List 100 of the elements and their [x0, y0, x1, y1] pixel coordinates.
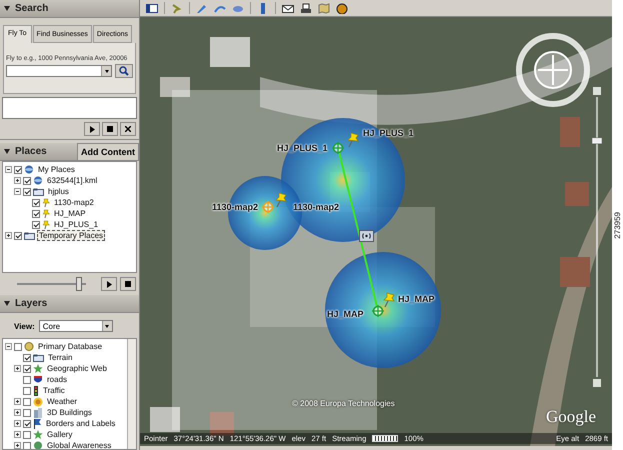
building-roof	[210, 412, 234, 436]
checkbox[interactable]	[14, 166, 22, 174]
checkbox[interactable]	[23, 364, 31, 372]
sun-icon	[33, 396, 43, 406]
star-icon	[33, 430, 43, 439]
close-icon	[125, 126, 131, 132]
expand-toggle[interactable]	[14, 398, 21, 405]
marker-label: 1130-map2	[293, 202, 340, 212]
expand-toggle[interactable]	[14, 420, 21, 427]
checkbox[interactable]	[32, 210, 40, 218]
stop-button[interactable]	[120, 277, 136, 291]
flag-icon	[33, 418, 42, 428]
tree-item-label[interactable]: Global Awareness	[45, 440, 114, 449]
building-roof	[560, 257, 590, 287]
tree-item-label[interactable]: 1130-map2	[52, 197, 96, 208]
expand-toggle[interactable]	[5, 232, 12, 239]
checkbox[interactable]	[23, 442, 31, 449]
checkbox[interactable]	[23, 376, 31, 384]
search-field[interactable]	[6, 65, 112, 77]
checkbox[interactable]	[23, 408, 31, 416]
checkbox[interactable]	[23, 430, 31, 438]
tree-item-label[interactable]: Traffic	[41, 385, 67, 396]
checkbox[interactable]	[23, 420, 31, 428]
checkbox[interactable]	[23, 354, 31, 362]
target-marker-icon[interactable]	[262, 201, 274, 213]
logo: Google	[546, 407, 596, 427]
road-shield-icon	[33, 375, 43, 384]
add-content-button[interactable]: Add Content	[77, 142, 139, 160]
tree-item-label[interactable]: Gallery	[45, 429, 74, 440]
tree-item-label[interactable]: Geographic Web	[45, 363, 109, 374]
tree-item-label[interactable]: 3D Buildings	[45, 407, 94, 418]
checkbox[interactable]	[14, 342, 22, 350]
panel-title: Search	[0, 3, 48, 14]
panel-title: Places	[0, 146, 47, 157]
expand-toggle[interactable]	[14, 365, 21, 372]
building-icon	[33, 408, 43, 418]
marker-label: HJ_PLUS_1	[277, 143, 328, 153]
checkbox[interactable]	[23, 386, 31, 394]
view-select[interactable]: Core	[38, 320, 113, 332]
checkbox[interactable]	[32, 220, 40, 228]
zoom-slider[interactable]	[592, 87, 602, 387]
tree-item-label[interactable]: 632544[1].kml	[45, 175, 100, 186]
print-icon[interactable]	[300, 2, 312, 14]
tree-item-label[interactable]: Terrain	[46, 352, 74, 363]
tree-item-label[interactable]: Weather	[45, 396, 80, 407]
collapse-toggle[interactable]	[14, 188, 21, 195]
folder-icon	[24, 232, 35, 240]
target-marker-icon[interactable]	[332, 142, 344, 154]
panel-header[interactable]: Search	[0, 0, 139, 18]
expand-toggle[interactable]	[14, 442, 21, 449]
tree-item-label[interactable]: Primary Database	[36, 341, 104, 352]
pushpin-icon[interactable]	[346, 132, 360, 148]
globe-layers-icon	[24, 342, 34, 351]
tree-item-label[interactable]: Borders and Labels	[44, 418, 118, 429]
pushpin-icon[interactable]	[382, 292, 396, 308]
expand-toggle[interactable]	[14, 409, 21, 416]
checkbox[interactable]	[23, 188, 31, 196]
panel-header[interactable]: Places Add Content	[0, 143, 139, 161]
expand-toggle[interactable]	[14, 177, 21, 184]
play-button[interactable]	[101, 277, 117, 291]
marker-label: HJ_MAP	[398, 294, 435, 304]
scrollbar[interactable]	[127, 339, 136, 449]
polygon-add-icon[interactable]	[196, 2, 208, 14]
collapse-toggle[interactable]	[5, 166, 12, 173]
play-icon	[106, 280, 112, 288]
expand-toggle[interactable]	[14, 431, 21, 438]
stop-icon	[125, 281, 131, 287]
checkbox[interactable]	[14, 232, 22, 240]
tree-item-label[interactable]: roads	[45, 374, 70, 385]
panel-title: Layers	[0, 298, 48, 309]
sidebar-toggle-icon[interactable]	[146, 2, 158, 14]
traffic-light-icon	[33, 386, 39, 396]
checkbox[interactable]	[23, 176, 31, 184]
stop-button[interactable]	[102, 122, 118, 136]
pushpin-icon[interactable]	[274, 192, 288, 208]
building-roof	[565, 182, 589, 206]
target-marker-icon[interactable]	[372, 305, 384, 317]
globe-icon	[24, 165, 34, 174]
tree-item-label[interactable]: HJ_MAP	[52, 208, 88, 219]
figure-number: 273959	[613, 212, 622, 238]
tree-item-label[interactable]: hjplus	[46, 186, 71, 197]
tree-item-label[interactable]: My Places	[36, 164, 77, 175]
play-button[interactable]	[84, 122, 100, 136]
map-icon[interactable]	[318, 2, 330, 14]
close-button[interactable]	[120, 122, 136, 136]
panel-header[interactable]: Layers	[0, 295, 139, 313]
building-roof	[560, 117, 580, 147]
tree-item-label[interactable]: HJ_PLUS_1	[52, 219, 100, 230]
checkbox[interactable]	[32, 198, 40, 206]
email-icon[interactable]	[282, 2, 294, 14]
checkbox[interactable]	[23, 398, 31, 406]
collapse-toggle[interactable]	[5, 343, 12, 350]
zoom-slider-thumb[interactable]	[592, 138, 602, 144]
slider-thumb[interactable]	[76, 277, 82, 291]
tree-item-label[interactable]: Temporary Places	[37, 230, 106, 241]
search-button[interactable]	[115, 64, 133, 78]
sky-icon[interactable]	[336, 2, 348, 14]
wireless-access-point-icon[interactable]	[359, 230, 374, 242]
navigation-control-drawing[interactable]	[516, 33, 590, 107]
play-icon	[90, 126, 94, 132]
